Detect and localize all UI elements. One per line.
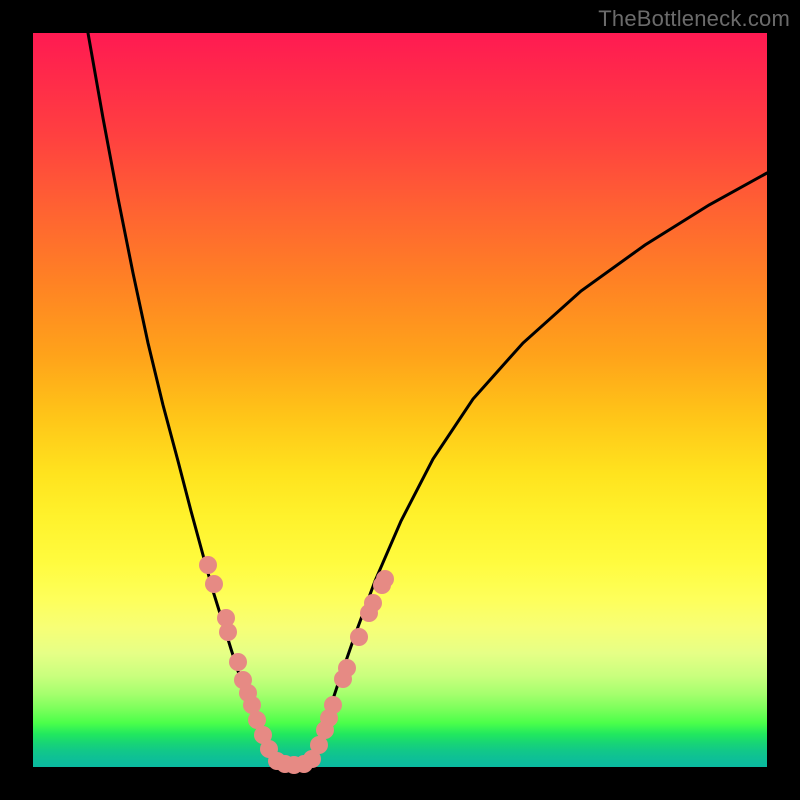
marker-dot — [364, 594, 382, 612]
marker-dots-group — [199, 556, 394, 774]
marker-dot — [199, 556, 217, 574]
watermark-text: TheBottleneck.com — [598, 6, 790, 32]
marker-dot — [324, 696, 342, 714]
marker-dot — [205, 575, 223, 593]
marker-dot — [338, 659, 356, 677]
marker-dot — [350, 628, 368, 646]
chart-svg — [33, 33, 767, 767]
marker-dot — [229, 653, 247, 671]
curve-right-branch — [309, 173, 767, 765]
curve-left-branch — [88, 33, 276, 765]
marker-dot — [219, 623, 237, 641]
outer-frame: TheBottleneck.com — [0, 0, 800, 800]
marker-dot — [376, 570, 394, 588]
